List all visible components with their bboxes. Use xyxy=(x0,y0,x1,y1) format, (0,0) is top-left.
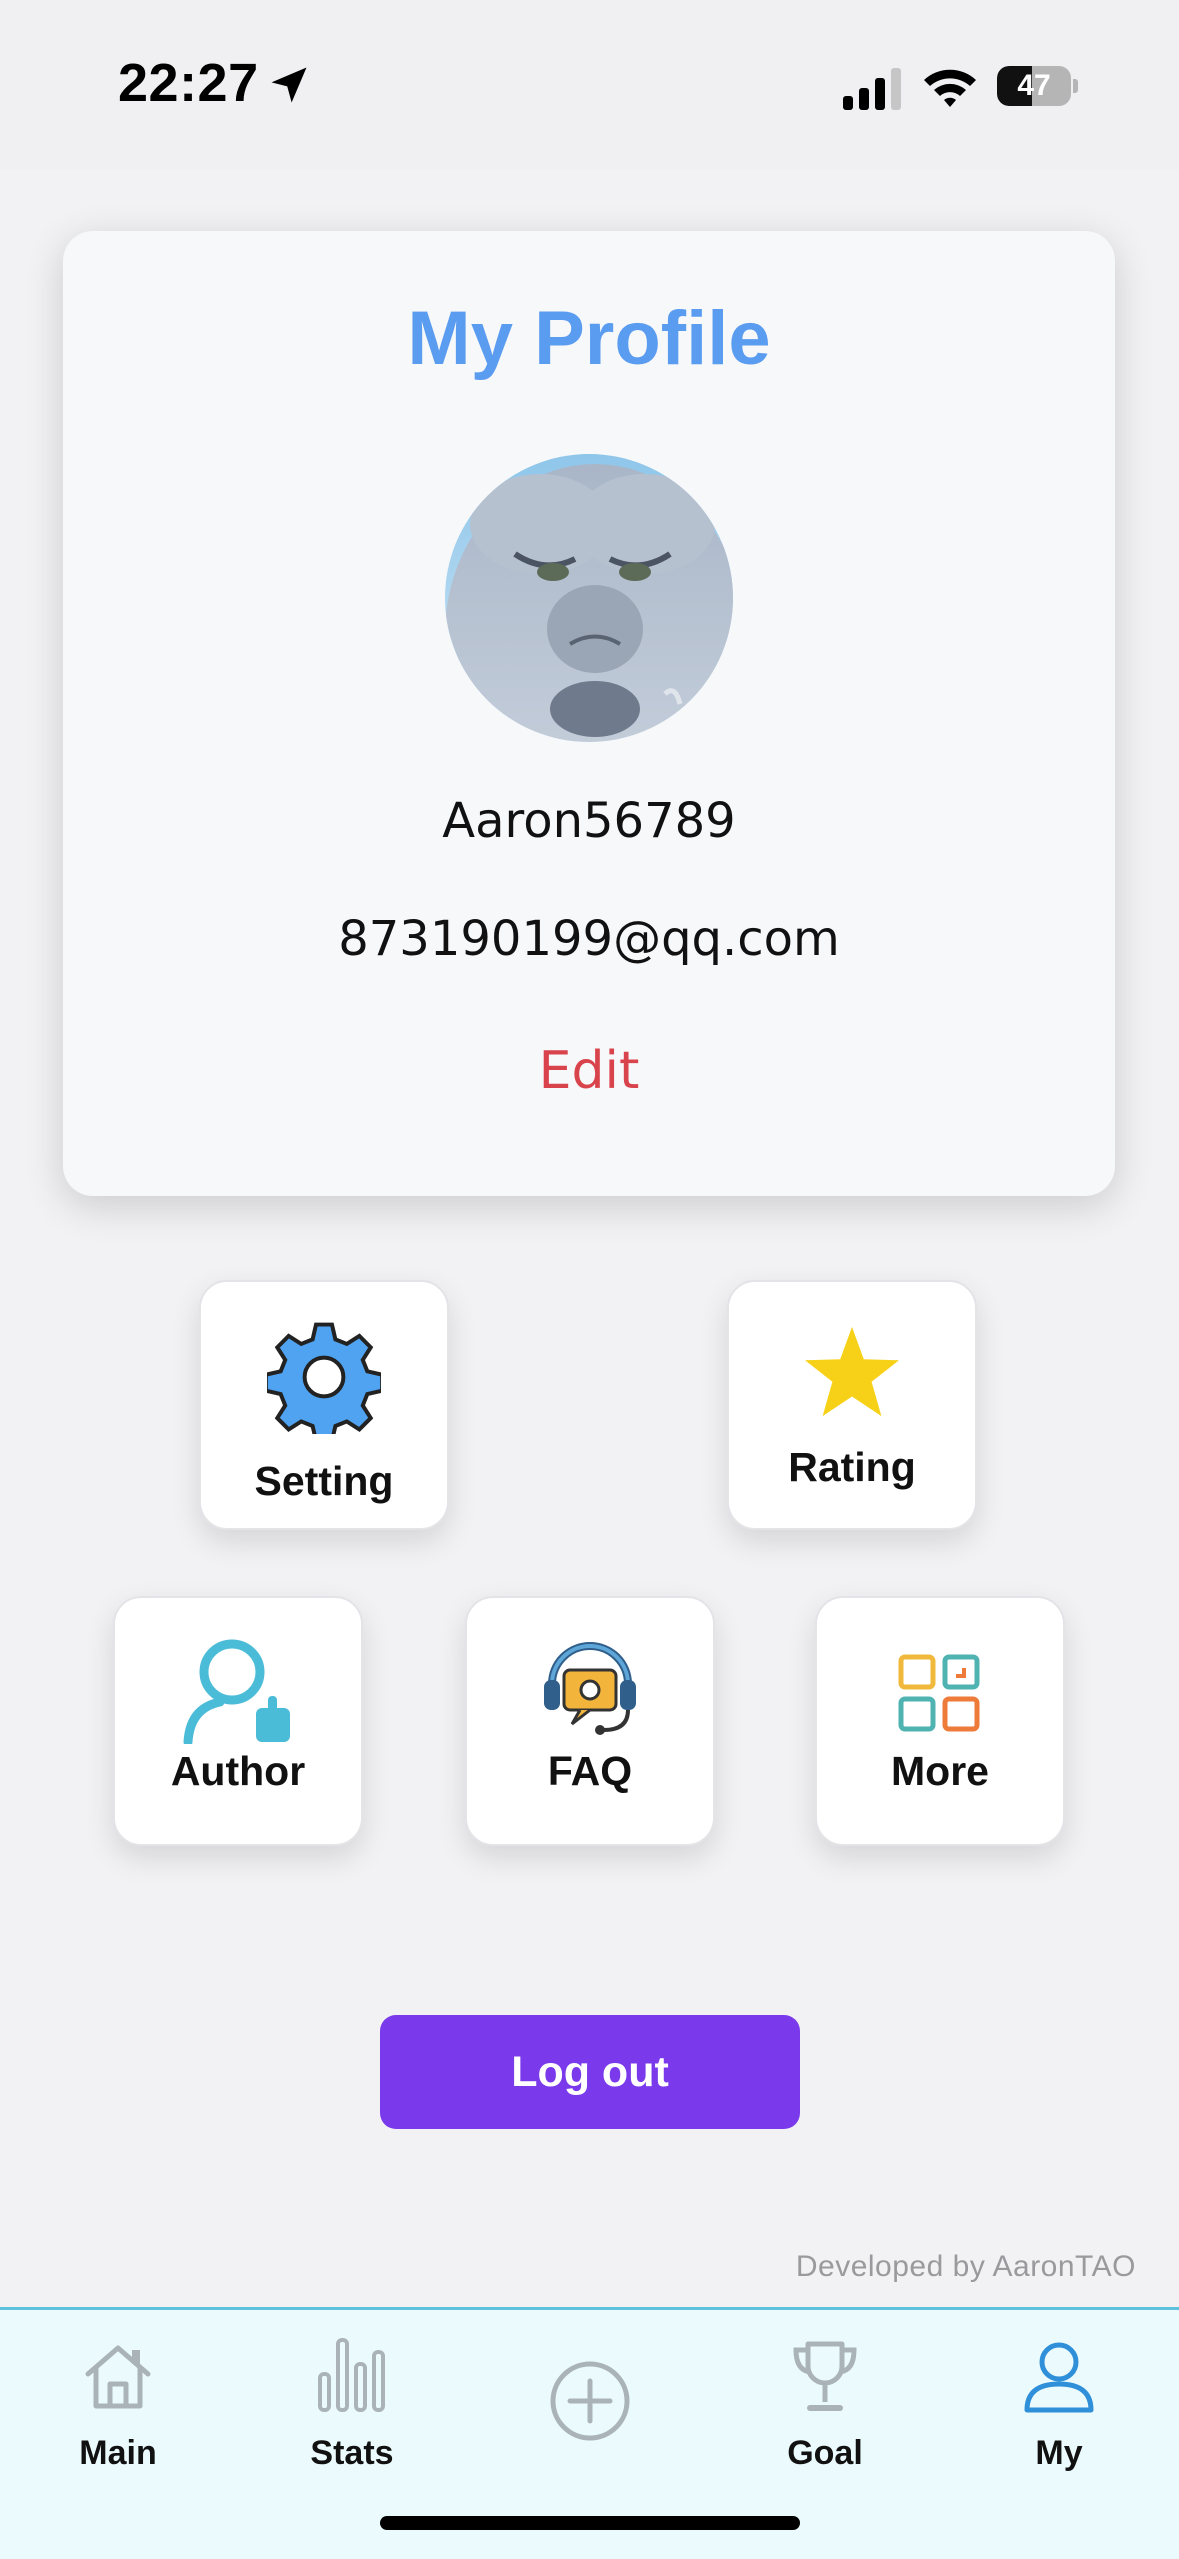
trophy-icon xyxy=(793,2341,857,2411)
avatar-image xyxy=(445,454,733,742)
tile-label-setting: Setting xyxy=(254,1458,394,1504)
tab-label-stats: Stats xyxy=(310,2434,394,2472)
more-tile[interactable]: More xyxy=(815,1596,1065,1846)
home-icon xyxy=(85,2345,151,2409)
support-headset-icon xyxy=(544,1642,636,1735)
status-bar: 22:27 47 xyxy=(0,0,1179,170)
avatar[interactable] xyxy=(445,454,733,742)
developer-note: Developed by AaronTAO xyxy=(795,2250,1136,2283)
wifi-icon xyxy=(924,69,976,107)
logout-button[interactable]: Log out xyxy=(380,2015,800,2129)
tab-goal[interactable]: Goal xyxy=(745,2340,905,2490)
grid-icon xyxy=(898,1654,980,1732)
gear-icon xyxy=(267,1322,381,1434)
star-icon xyxy=(804,1326,900,1417)
tile-label-rating: Rating xyxy=(788,1444,916,1490)
location-arrow-icon xyxy=(271,67,307,103)
setting-tile[interactable]: Setting xyxy=(199,1280,449,1530)
tab-my[interactable]: My xyxy=(979,2340,1139,2490)
tile-label-author: Author xyxy=(170,1748,306,1794)
tile-label-more: More xyxy=(891,1748,989,1794)
tab-stats[interactable]: Stats xyxy=(272,2338,432,2490)
tile-label-faq: FAQ xyxy=(547,1748,633,1794)
profile-card: My Profile Aaron56789 873190199@qq.com E… xyxy=(63,231,1115,1196)
bar-chart-icon xyxy=(318,2338,385,2412)
cellular-signal-icon xyxy=(843,68,901,110)
author-tile[interactable]: Author xyxy=(113,1596,363,1846)
username: Aaron56789 xyxy=(442,793,736,849)
faq-tile[interactable]: FAQ xyxy=(465,1596,715,1846)
page-title: My Profile xyxy=(407,296,771,381)
rating-tile[interactable]: Rating xyxy=(727,1280,977,1530)
edit-button[interactable]: Edit xyxy=(489,1041,689,1101)
person-icon xyxy=(1024,2342,1094,2413)
add-button[interactable] xyxy=(510,2340,670,2490)
person-icon xyxy=(183,1639,290,1744)
email: 873190199@qq.com xyxy=(338,911,840,967)
tab-label-my: My xyxy=(1035,2434,1083,2472)
plus-circle-icon xyxy=(550,2361,630,2441)
tab-label-goal: Goal xyxy=(787,2434,863,2472)
home-indicator xyxy=(380,2516,800,2530)
tab-main[interactable]: Main xyxy=(38,2340,198,2490)
status-time: 22:27 xyxy=(118,53,259,113)
battery-icon: 47 xyxy=(997,62,1079,110)
tab-label-main: Main xyxy=(79,2434,157,2472)
battery-level: 47 xyxy=(1017,69,1051,102)
